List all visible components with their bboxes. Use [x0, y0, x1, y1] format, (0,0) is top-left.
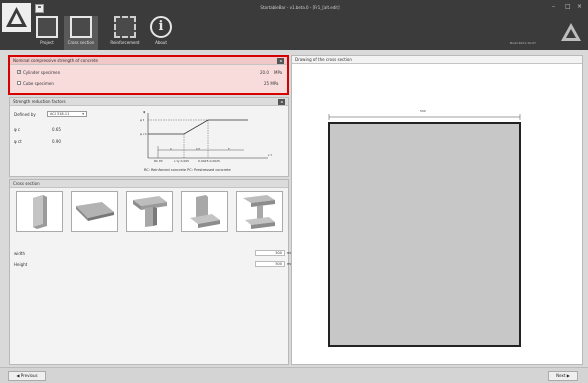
tab-reinforcement-label: Reinforcement: [110, 40, 140, 45]
tab-about[interactable]: i About: [144, 16, 178, 50]
zone-ct: CT: [196, 147, 200, 151]
l-beam-section-icon: [190, 195, 220, 228]
previous-button[interactable]: ◀ Previous: [8, 371, 46, 381]
cylinder-checkbox[interactable]: [17, 69, 21, 74]
save-icon[interactable]: [35, 4, 44, 13]
width-dimension-line: [328, 114, 521, 120]
section-i-beam-button[interactable]: [236, 191, 283, 232]
close-button[interactable]: ×: [577, 4, 582, 10]
phi-c-value: 0.65: [52, 127, 61, 132]
collapse-icon[interactable]: ◂: [277, 58, 284, 64]
previous-label: Previous: [20, 373, 38, 378]
zone-c: C: [170, 147, 173, 151]
cylinder-value[interactable]: 20.0: [260, 70, 269, 75]
drawing-panel: Drawing of the cross section 500: [291, 55, 583, 365]
tab-reinforcement[interactable]: Reinforcement: [104, 16, 146, 50]
tab-about-label: About: [155, 40, 167, 45]
chart-legend: RC: Reinforced concrete PC: Prestressed …: [144, 168, 231, 172]
tab-cross-section-label: Cross section: [67, 40, 95, 45]
window-title: StartableBar - v1.beta.0 - [Fr1_[alt.edi…: [260, 5, 340, 10]
phi-c-label: φ c: [14, 127, 21, 132]
compressive-strength-panel: Nominal compressive strength of concrete…: [8, 55, 289, 95]
arrow-right-icon: ▶: [565, 373, 570, 378]
slab-section-icon: [76, 202, 114, 221]
phi-ct-value: 0.90: [52, 139, 61, 144]
tab-cross-section[interactable]: Cross section: [64, 16, 98, 50]
cross-section-icon: [70, 16, 92, 38]
panel-title: Strength reduction factors: [13, 99, 66, 104]
chart-x-label: ε t: [268, 153, 272, 157]
cross-section-drawing: [328, 122, 521, 347]
tick-label: RC PC: [154, 159, 163, 163]
strength-reduction-header: Strength reduction factors ◂: [10, 98, 288, 106]
tick-label: ε ty 0.005: [174, 159, 190, 163]
section-slab-button[interactable]: [71, 191, 118, 232]
section-t-beam-button[interactable]: [126, 191, 173, 232]
minimize-button[interactable]: –: [552, 4, 555, 10]
compressive-strength-header: Nominal compressive strength of concrete…: [10, 57, 287, 65]
height-label: Height: [14, 262, 28, 267]
defined-by-select[interactable]: ACI 318-11 ▾: [47, 111, 87, 117]
cube-checkbox[interactable]: [17, 81, 21, 85]
project-icon: [36, 16, 58, 38]
chevron-down-icon: ▾: [82, 112, 84, 116]
defined-by-label: Defined by: [14, 112, 36, 117]
brand-logo-icon: [561, 23, 581, 41]
cylinder-unit: MPa: [274, 70, 283, 75]
cross-section-panel: Cross section width 500 Height 500: [9, 179, 294, 365]
phi-ct-label: φ ct: [14, 139, 22, 144]
i-beam-section-icon: [243, 195, 275, 229]
next-button[interactable]: Next ▶: [548, 371, 578, 381]
strength-reduction-panel: Strength reduction factors ◂ Defined by …: [9, 97, 289, 177]
t-beam-section-icon: [133, 196, 167, 227]
rectangular-section-icon: [33, 195, 47, 229]
height-input[interactable]: 500: [255, 261, 285, 267]
chart-phi-c: φ c,t: [140, 132, 147, 136]
info-icon: i: [150, 16, 172, 38]
panel-title: Cross section: [13, 181, 40, 186]
section-rectangular-button[interactable]: [16, 191, 63, 232]
tab-project[interactable]: Project: [30, 16, 64, 50]
title-bar: StartableBar - v1.beta.0 - [Fr1_[alt.edi…: [0, 0, 588, 50]
cube-label: Cube specimen: [23, 81, 54, 86]
section-inverted-l-button[interactable]: [181, 191, 228, 232]
chart-y-label: φ: [143, 110, 146, 114]
collapse-icon[interactable]: ◂: [278, 99, 285, 105]
version-label: Build 2021-10-07: [510, 41, 536, 45]
cylinder-label: Cylinder specimen: [23, 70, 61, 75]
cross-section-header: Cross section: [10, 180, 288, 188]
tab-project-label: Project: [40, 40, 54, 45]
panel-title: Drawing of the cross section: [295, 57, 352, 62]
bottom-bar: ◀ Previous Next ▶: [0, 367, 588, 383]
drawing-header: Drawing of the cross section: [292, 56, 582, 64]
reinforcement-icon: [114, 16, 136, 38]
chart-phi-t: φ t: [140, 118, 145, 122]
width-input[interactable]: 500: [255, 250, 285, 256]
app-logo[interactable]: [2, 3, 31, 32]
maximize-button[interactable]: □: [565, 4, 571, 10]
panel-title: Nominal compressive strength of concrete: [13, 58, 98, 63]
defined-by-value: ACI 318-11: [50, 112, 70, 116]
cube-value: 25 MPa: [264, 81, 279, 86]
zone-t: T: [228, 147, 230, 151]
width-label: width: [14, 251, 26, 256]
dimension-label: 500: [420, 109, 426, 113]
tick-label: 0.0025 0.0025: [198, 159, 220, 163]
